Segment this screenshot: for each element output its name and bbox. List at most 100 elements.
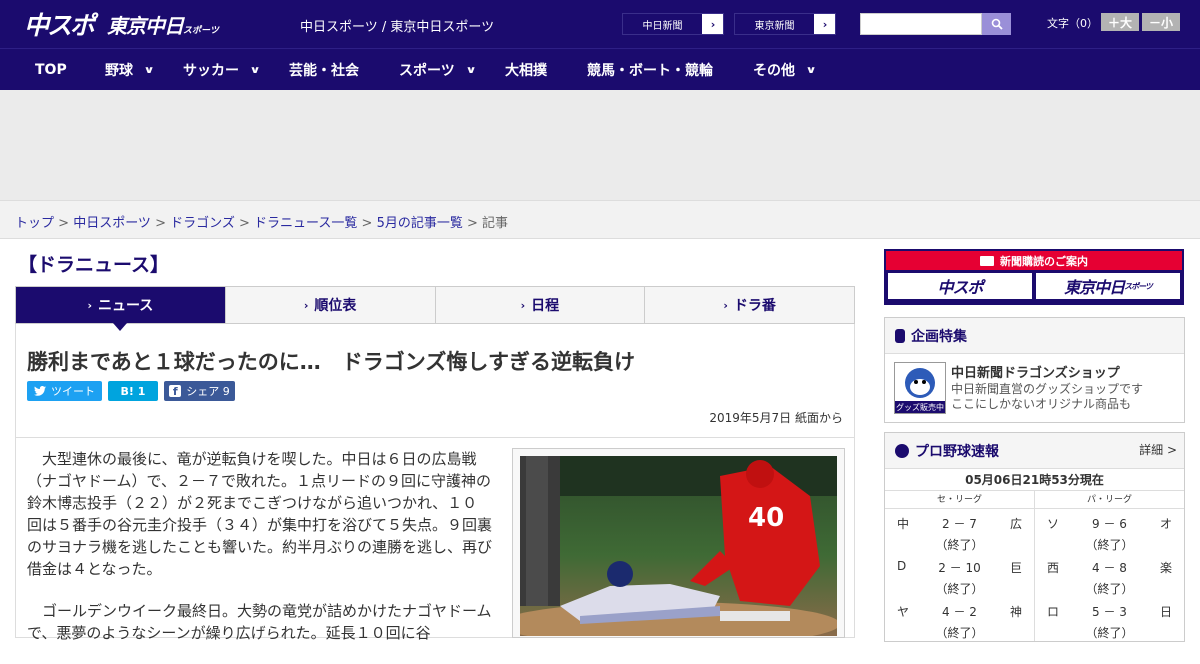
- nav-item-label: 競馬・ボート・競輪: [587, 63, 713, 79]
- chunichi-shimbun-link[interactable]: 中日新聞 ›: [622, 13, 724, 35]
- breadcrumb: トップ > 中日スポーツ > ドラゴンズ > ドラニュース一覧 > 5月の記事一…: [15, 212, 508, 231]
- away-team: オ: [1159, 517, 1172, 531]
- game-row[interactable]: 西 4 － 8 楽 （終了）: [1035, 553, 1184, 597]
- article-text: 大型連休の最後に、竜が逆転負けを喫した。中日は６日の広島戦（ナゴヤドーム）で、２…: [27, 448, 492, 664]
- scores-detail-link[interactable]: 詳細 >: [1139, 441, 1177, 458]
- game-status: （終了）: [1085, 582, 1134, 596]
- tab-label: 順位表: [314, 298, 357, 314]
- ribbon-icon: [895, 328, 905, 343]
- tab-news[interactable]: › ニュース: [16, 287, 226, 331]
- scores-grid: 中 2 － 7 広 （終了） D 2 － 10 巨 （終了） ヤ 4 － 2 神…: [885, 509, 1184, 641]
- chuspo-subscribe-logo[interactable]: 中スポ: [888, 273, 1032, 299]
- newspaper-icon: [980, 255, 994, 266]
- tweet-button[interactable]: ツイート: [27, 381, 102, 401]
- search-input[interactable]: [860, 13, 982, 35]
- font-size-increase-button[interactable]: ＋大: [1101, 13, 1139, 31]
- facebook-share-button[interactable]: f シェア 9: [164, 381, 235, 401]
- nav-item-baseball[interactable]: 野球 ∨: [105, 49, 155, 91]
- article-headline: 勝利まであと１球だったのに… ドラゴンズ悔しすぎる逆転負け: [27, 350, 635, 374]
- article-photo-frame: 40: [512, 448, 845, 638]
- article-paragraph: ゴールデンウイーク最終日。大勢の竜党が詰めかけたナゴヤドームで、悪夢のようなシー…: [27, 602, 492, 642]
- breadcrumb-link-top[interactable]: トップ: [15, 216, 54, 231]
- tab-label: ドラ番: [733, 298, 776, 314]
- breadcrumb-link-chuspo[interactable]: 中日スポーツ: [73, 216, 151, 231]
- breadcrumb-separator: >: [150, 216, 171, 231]
- shop-desc-line: 中日新聞直営のグッズショップです: [951, 382, 1144, 396]
- twitter-bird-icon: [34, 386, 46, 396]
- pacific-league-games: ソ 9 － 6 オ （終了） 西 4 － 8 楽 （終了） ロ 5 － 3 日 …: [1035, 509, 1184, 641]
- shop-description: 中日新聞直営のグッズショップです ここにしかないオリジナル商品も: [951, 382, 1143, 412]
- nav-item-sumo[interactable]: 大相撲: [505, 49, 547, 91]
- nav-item-top[interactable]: TOP: [35, 49, 67, 91]
- game-row[interactable]: D 2 － 10 巨 （終了）: [885, 553, 1034, 597]
- breadcrumb-link-dragons[interactable]: ドラゴンズ: [170, 216, 235, 231]
- tab-dora-ban[interactable]: › ドラ番: [645, 287, 854, 323]
- central-league-label: セ・リーグ: [885, 491, 1035, 508]
- shop-desc-line: ここにしかないオリジナル商品も: [951, 397, 1132, 411]
- facebook-icon: f: [169, 385, 182, 398]
- font-size-label: 文字（0）: [1047, 17, 1098, 30]
- nav-item-soccer[interactable]: サッカー ∨: [183, 49, 261, 91]
- nav-item-sports[interactable]: スポーツ ∨: [399, 49, 477, 91]
- breadcrumb-current: 記事: [482, 216, 509, 231]
- subscription-logos: 中スポ 東京中日 スポーツ: [886, 270, 1182, 302]
- search-icon: [991, 18, 1003, 30]
- chunichi-shimbun-label: 中日新聞: [623, 14, 703, 34]
- scores-card-title: プロ野球速報 詳細 >: [885, 433, 1184, 469]
- pacific-league-label: パ・リーグ: [1086, 495, 1132, 505]
- chevron-down-icon: ∨: [249, 64, 261, 76]
- breadcrumb-link-dora-news[interactable]: ドラニュース一覧: [254, 216, 357, 231]
- chevron-down-icon: ∨: [143, 64, 155, 76]
- tokyo-shimbun-link[interactable]: 東京新聞 ›: [734, 13, 836, 35]
- tab-standings[interactable]: › 順位表: [225, 287, 436, 323]
- feature-title-label: 企画特集: [911, 328, 967, 345]
- scores-title-label: プロ野球速報: [915, 443, 999, 460]
- chevron-right-icon: ›: [520, 298, 526, 312]
- baseball-slide-photo: 40: [520, 456, 837, 636]
- nav-item-keiba[interactable]: 競馬・ボート・競輪: [587, 49, 713, 91]
- feature-card-title: 企画特集: [885, 318, 1184, 354]
- font-size-decrease-button[interactable]: －小: [1142, 13, 1180, 31]
- game-row[interactable]: 中 2 － 7 広 （終了）: [885, 509, 1034, 553]
- nav-item-label: その他: [753, 63, 795, 79]
- chevron-down-icon: ∨: [805, 64, 817, 76]
- tab-label: 日程: [531, 298, 560, 314]
- site-logo[interactable]: 中スポ 東京中日スポーツ: [24, 8, 219, 40]
- away-team: 日: [1159, 605, 1172, 619]
- nav-item-entertainment[interactable]: 芸能・社会: [289, 49, 359, 91]
- league-header-row: セ・リーグ パ・リーグ: [885, 491, 1184, 509]
- chevron-right-icon: ›: [723, 298, 728, 312]
- dragons-shop-item[interactable]: グッズ販売中 中日新聞ドラゴンズショップ 中日新聞直営のグッズショップです ここ…: [885, 354, 1184, 422]
- nav-item-label: 大相撲: [505, 63, 547, 79]
- article-paragraph: 大型連休の最後に、竜が逆転負けを喫した。中日は６日の広島戦（ナゴヤドーム）で、２…: [27, 450, 493, 578]
- scores-updated-time: 05月06日21時53分現在: [885, 469, 1184, 491]
- away-team: 神: [1009, 605, 1022, 619]
- tokyo-logo-main: 東京中日: [107, 13, 184, 38]
- away-team: 楽: [1159, 561, 1172, 575]
- search-button[interactable]: [982, 13, 1011, 35]
- hatena-bookmark-button[interactable]: B! 1: [108, 381, 158, 401]
- chevron-right-icon: ›: [822, 17, 828, 31]
- feature-card: 企画特集 グッズ販売中 中日新聞ドラゴンズショップ 中日新聞直営のグッズショップ…: [884, 317, 1185, 423]
- article-photo[interactable]: 40: [520, 456, 837, 636]
- catcher-jersey-number: 40: [748, 503, 784, 533]
- breadcrumb-bar: トップ > 中日スポーツ > ドラゴンズ > ドラニュース一覧 > 5月の記事一…: [0, 200, 1200, 239]
- chevron-down-icon: ∨: [465, 64, 477, 76]
- game-row[interactable]: ヤ 4 － 2 神 （終了）: [885, 597, 1034, 641]
- subscription-banner[interactable]: 新聞購読のご案内 中スポ 東京中日 スポーツ: [884, 249, 1184, 305]
- chevron-right-icon: ›: [303, 298, 309, 312]
- tab-schedule[interactable]: › 日程: [435, 287, 646, 323]
- nav-item-other[interactable]: その他 ∨: [753, 49, 817, 91]
- site-name-links[interactable]: 中日スポーツ / 東京中日スポーツ: [300, 16, 494, 35]
- tokyo-chunichi-logo-text: 東京中日スポーツ: [107, 10, 219, 39]
- breadcrumb-link-may-articles[interactable]: 5月の記事一覧: [377, 216, 463, 231]
- subscription-banner-label: 新聞購読のご案内: [1000, 254, 1088, 268]
- facebook-share-label: シェア 9: [186, 385, 230, 398]
- breadcrumb-separator: >: [462, 216, 483, 231]
- game-row[interactable]: ロ 5 － 3 日 （終了）: [1035, 597, 1184, 641]
- mascot-icon: グッズ販売中: [895, 368, 945, 413]
- breadcrumb-separator: >: [234, 216, 255, 231]
- tokyo-chunichi-subscribe-logo[interactable]: 東京中日 スポーツ: [1036, 273, 1180, 299]
- game-row[interactable]: ソ 9 － 6 オ （終了）: [1035, 509, 1184, 553]
- tokyo-logo-small: スポーツ: [183, 25, 219, 36]
